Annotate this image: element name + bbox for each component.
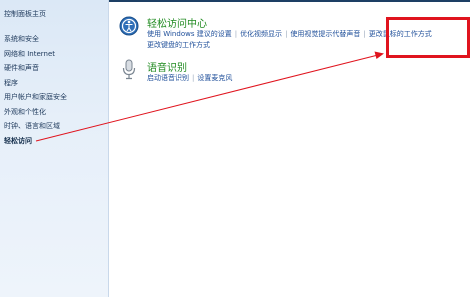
sidebar-item-clock-region[interactable]: 时钟、语言和区域 bbox=[4, 119, 67, 134]
sidebar-item-programs[interactable]: 程序 bbox=[4, 76, 67, 91]
link-change-keyboard[interactable]: 更改键盘的工作方式 bbox=[147, 41, 210, 49]
link-separator: | bbox=[363, 30, 366, 38]
ease-of-access-icon bbox=[119, 16, 139, 36]
speech-recognition-title[interactable]: 语音识别 bbox=[147, 59, 187, 74]
link-setup-microphone[interactable]: 设置麦克风 bbox=[197, 74, 232, 82]
sidebar-item-appearance[interactable]: 外观和个性化 bbox=[4, 105, 67, 120]
ease-of-access-center-title[interactable]: 轻松访问中心 bbox=[147, 15, 207, 30]
sidebar-item-network[interactable]: 网络和 Internet bbox=[4, 47, 67, 62]
sidebar-item-user-accounts[interactable]: 用户帐户和家庭安全 bbox=[4, 90, 67, 105]
sidebar-item-hardware-sound[interactable]: 硬件和声音 bbox=[4, 61, 67, 76]
speech-recognition-links: 启动语音识别 | 设置麦克风 bbox=[147, 73, 232, 84]
speech-recognition-section: 语音识别 启动语音识别 | 设置麦克风 bbox=[119, 59, 319, 89]
microphone-icon bbox=[122, 59, 136, 80]
link-visual-cues[interactable]: 使用视觉提示代替声音 bbox=[290, 30, 360, 38]
annotation-highlight-box bbox=[386, 17, 470, 58]
sidebar-item-ease-of-access[interactable]: 轻松访问 bbox=[4, 134, 67, 149]
link-optimize-display[interactable]: 优化视频显示 bbox=[240, 30, 282, 38]
sidebar: 控制面板主页 系统和安全 网络和 Internet 硬件和声音 程序 用户帐户和… bbox=[0, 0, 109, 297]
sidebar-item-system-security[interactable]: 系统和安全 bbox=[4, 32, 67, 47]
link-separator: | bbox=[285, 30, 288, 38]
link-separator: | bbox=[192, 74, 195, 82]
sidebar-category-list: 系统和安全 网络和 Internet 硬件和声音 程序 用户帐户和家庭安全 外观… bbox=[4, 32, 67, 148]
link-separator: | bbox=[234, 30, 238, 38]
link-use-recommended-settings[interactable]: 使用 Windows 建议的设置 bbox=[147, 30, 232, 38]
sidebar-home-link[interactable]: 控制面板主页 bbox=[4, 9, 46, 19]
link-start-speech-recognition[interactable]: 启动语音识别 bbox=[147, 74, 189, 82]
